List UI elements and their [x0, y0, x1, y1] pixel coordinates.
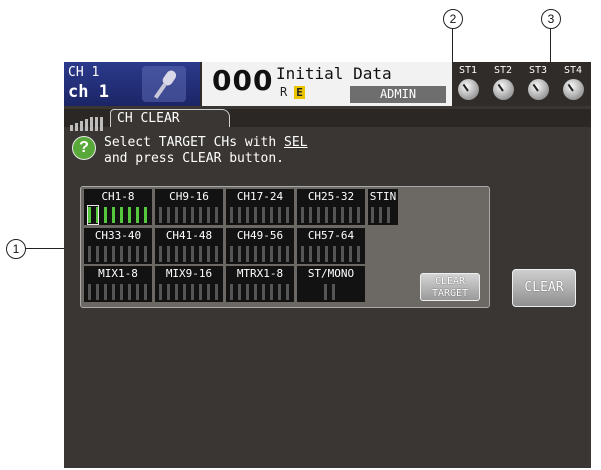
group-mtrx1-8[interactable]: MTRX1-8	[226, 266, 294, 302]
user-badge: ADMIN	[350, 86, 446, 103]
microphone-icon	[142, 66, 186, 102]
group-mix1-8[interactable]: MIX1-8	[84, 266, 152, 302]
st2-knob-icon[interactable]	[493, 79, 514, 100]
fader-strip	[230, 207, 292, 223]
help-line-1-text: Select TARGET CHs with	[104, 135, 285, 150]
fader-strip	[88, 246, 150, 262]
group-ch25-32[interactable]: CH25-32	[297, 189, 365, 225]
group-label: STIN	[369, 190, 397, 203]
help-line-2: and press CLEAR button.	[104, 151, 285, 166]
scene-box[interactable]: 000 Initial Data R E ADMIN	[202, 62, 452, 106]
selection-cursor	[87, 205, 99, 225]
fader-strip	[88, 284, 150, 300]
fader-strip	[371, 207, 395, 223]
group-label: CH9-16	[169, 190, 209, 203]
group-label: CH25-32	[307, 190, 355, 203]
st4-knob-icon[interactable]	[563, 79, 584, 100]
console-screen: CH 1 ch 1 000 Initial Data R E ADMIN ST1…	[64, 62, 591, 468]
st3-label: ST3	[528, 65, 548, 76]
tab-strip: CH CLEAR	[64, 109, 591, 131]
group-ch41-48[interactable]: CH41-48	[155, 228, 223, 264]
group-label: CH41-48	[165, 229, 213, 242]
scene-flag-r: R	[280, 85, 288, 99]
group-ch9-16[interactable]: CH9-16	[155, 189, 223, 225]
group-label: CH57-64	[307, 229, 355, 242]
fader-strip	[301, 246, 363, 262]
group-label: CH1-8	[101, 190, 135, 203]
clear-target-line1: CLEAR	[434, 276, 466, 287]
group-stin[interactable]: STIN	[368, 189, 398, 225]
header-bar: CH 1 ch 1 000 Initial Data R E ADMIN ST1…	[64, 62, 591, 106]
st4-label: ST4	[563, 65, 583, 76]
fader-strip	[159, 284, 221, 300]
group-label: CH33-40	[94, 229, 142, 242]
tab-ch-clear[interactable]: CH CLEAR	[110, 109, 230, 127]
st2-label: ST2	[493, 65, 513, 76]
fader-strip	[159, 207, 221, 223]
callout-1: 1	[6, 239, 26, 259]
group-ch1-8[interactable]: CH1-8	[84, 189, 152, 225]
group-st-mono[interactable]: ST/MONO	[297, 266, 365, 302]
fader-strip	[230, 246, 292, 262]
group-ch49-56[interactable]: CH49-56	[226, 228, 294, 264]
st1-label: ST1	[458, 65, 478, 76]
callout-3: 3	[541, 9, 561, 29]
clear-button[interactable]: CLEAR	[512, 269, 576, 307]
scene-title: Initial Data	[276, 64, 392, 83]
st3-knob-icon[interactable]	[528, 79, 549, 100]
channel-name: ch 1	[68, 82, 109, 102]
fader-strip	[324, 284, 338, 300]
fader-strip	[230, 284, 292, 300]
st1-knob-icon[interactable]	[458, 79, 479, 100]
fader-strip	[301, 207, 363, 223]
clear-target-line2: TARGET	[431, 288, 469, 299]
help-sel-link: SEL	[284, 135, 308, 150]
question-icon: ?	[72, 136, 96, 160]
group-ch33-40[interactable]: CH33-40	[84, 228, 152, 264]
channel-box[interactable]: CH 1 ch 1	[64, 62, 200, 106]
group-label: CH49-56	[236, 229, 284, 242]
group-ch17-24[interactable]: CH17-24	[226, 189, 294, 225]
group-label: ST/MONO	[307, 267, 355, 280]
group-label: MTRX1-8	[236, 267, 284, 280]
group-ch57-64[interactable]: CH57-64	[297, 228, 365, 264]
clear-target-button[interactable]: CLEAR TARGET	[420, 273, 480, 301]
channel-number: CH 1	[68, 65, 100, 80]
group-label: MIX9-16	[165, 267, 213, 280]
help-line-1: Select TARGET CHs with SEL	[104, 135, 308, 150]
group-label: CH17-24	[236, 190, 284, 203]
fader-strip	[159, 246, 221, 262]
group-mix9-16[interactable]: MIX9-16	[155, 266, 223, 302]
scene-number: 000	[212, 64, 274, 97]
group-label: MIX1-8	[98, 267, 138, 280]
scene-flag-e: E	[294, 86, 305, 99]
callout-2: 2	[443, 9, 463, 29]
tab-bars-icon	[70, 112, 105, 131]
